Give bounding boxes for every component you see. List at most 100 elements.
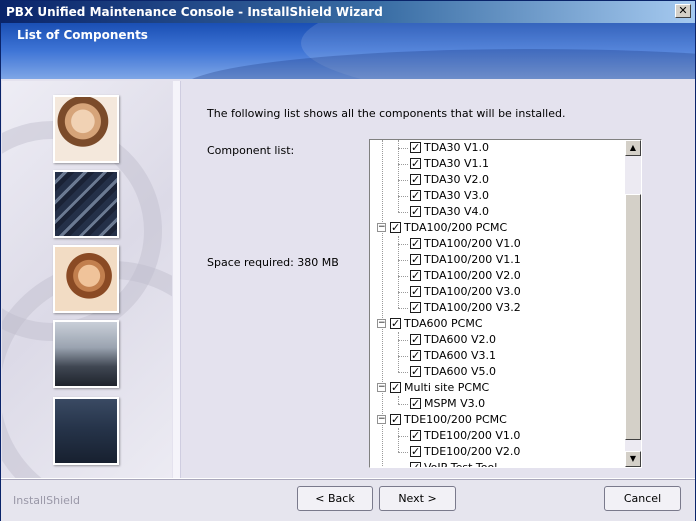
tree-item-label: TDA30 V1.1 [424,157,490,170]
arrow-down-icon: ▼ [629,454,637,463]
tree-item[interactable]: TDA100/200 V3.0 [410,284,521,300]
window-title: PBX Unified Maintenance Console - Instal… [6,5,383,19]
scroll-thumb[interactable] [625,194,641,440]
tree-scrollbar[interactable]: ▲ ▼ [625,140,641,467]
tree-item-label: TDA100/200 V1.1 [424,253,521,266]
collapse-icon[interactable]: − [377,383,386,392]
tree-group-item[interactable]: TDE100/200 PCMC [390,412,507,428]
scroll-up-button[interactable]: ▲ [625,140,641,156]
tree-item[interactable]: TDA100/200 V1.1 [410,252,521,268]
tree-item[interactable]: MSPM V3.0 [410,396,485,412]
component-tree[interactable]: TDA30 V1.0 TDA30 V1.1 TDA30 V2.0 TDA30 V3.0… [369,139,642,468]
wizard-header: List of Components [1,23,695,79]
checkbox-checked-icon[interactable] [390,412,401,428]
tree-item[interactable]: TDA30 V2.0 [410,172,489,188]
tree-item[interactable]: TDA100/200 V2.0 [410,268,521,284]
wizard-footer: InstallShield < Back Next > Cancel [1,478,695,521]
checkbox-checked-icon[interactable] [410,444,421,460]
tree-item-label: TDA600 V2.0 [424,333,497,346]
tree-connector [398,340,408,341]
component-list-label: Component list: [207,144,295,157]
collapse-icon[interactable]: − [377,415,386,424]
tree-group-item[interactable]: TDA100/200 PCMC [390,220,507,236]
tree-group-item[interactable]: Multi site PCMC [390,380,489,396]
tree-item[interactable]: TDA100/200 V1.0 [410,236,521,252]
checkbox-checked-icon[interactable] [410,460,421,467]
checkbox-checked-icon[interactable] [410,300,421,316]
checkbox-checked-icon[interactable] [390,220,401,236]
checkbox-checked-icon[interactable] [410,252,421,268]
checkbox-checked-icon[interactable] [410,140,421,156]
checkbox-checked-icon[interactable] [410,332,421,348]
tree-item-label: TDA100/200 V2.0 [424,269,521,282]
scroll-down-button[interactable]: ▼ [625,451,641,467]
collapse-icon[interactable]: − [377,223,386,232]
tree-item-label: TDA600 PCMC [404,317,483,330]
keypad-photo [53,170,119,238]
pbx-cabinet-photo [53,397,119,465]
tree-item-label: MSPM V3.0 [424,397,486,410]
checkbox-checked-icon[interactable] [410,428,421,444]
back-button[interactable]: < Back [297,486,373,511]
tree-item-label: TDA30 V1.0 [424,141,490,154]
tree-connector [398,356,408,357]
header-decoration-shadow [181,49,695,79]
checkbox-checked-icon[interactable] [410,268,421,284]
tree-item-label: TDA30 V2.0 [424,173,490,186]
tree-item[interactable]: TDE100/200 V2.0 [410,444,520,460]
installshield-brand: InstallShield [13,494,80,507]
page-title: List of Components [17,28,148,42]
tree-guide-line [398,236,399,308]
tree-guide-line [398,332,399,372]
close-button[interactable]: ✕ [675,4,691,18]
tree-item-label: TDA600 V3.1 [424,349,497,362]
checkbox-checked-icon[interactable] [410,396,421,412]
tree-connector [398,276,408,277]
collapse-icon[interactable]: − [377,319,386,328]
tree-connector [398,244,408,245]
checkbox-checked-icon[interactable] [410,364,421,380]
tree-item[interactable]: TDA30 V1.0 [410,140,489,156]
component-tree-viewport[interactable]: TDA30 V1.0 TDA30 V1.1 TDA30 V2.0 TDA30 V3.0… [370,140,625,467]
checkbox-checked-icon[interactable] [410,188,421,204]
tree-item-label: TDE100/200 V2.0 [424,445,521,458]
tree-item-label: TDE100/200 V1.0 [424,429,521,442]
tree-item[interactable]: TDA600 V3.1 [410,348,496,364]
tree-group-item[interactable]: TDA600 PCMC [390,316,483,332]
tree-connector [398,308,408,309]
checkbox-checked-icon[interactable] [410,172,421,188]
tree-item[interactable]: VoIP Test Tool [410,460,497,467]
checkbox-checked-icon[interactable] [410,348,421,364]
checkbox-checked-icon[interactable] [410,204,421,220]
tree-connector [398,148,408,149]
checkbox-checked-icon[interactable] [410,156,421,172]
tree-guide-line [398,140,399,212]
tree-connector [398,292,408,293]
tree-item[interactable]: TDE100/200 V1.0 [410,428,520,444]
tree-item-label: TDA600 V5.0 [424,365,497,378]
tree-connector [398,260,408,261]
tree-item[interactable]: TDA600 V5.0 [410,364,496,380]
close-icon: ✕ [678,4,688,17]
tree-item-label: Multi site PCMC [404,381,490,394]
tree-connector [398,372,408,373]
checkbox-checked-icon[interactable] [410,236,421,252]
arrow-up-icon: ▲ [629,143,637,152]
checkbox-checked-icon[interactable] [390,316,401,332]
tree-item[interactable]: TDA30 V3.0 [410,188,489,204]
tree-connector [398,196,408,197]
checkbox-checked-icon[interactable] [390,380,401,396]
tree-item[interactable]: TDA30 V1.1 [410,156,489,172]
cancel-button[interactable]: Cancel [604,486,681,511]
tree-item[interactable]: TDA600 V2.0 [410,332,496,348]
headset-operator-photo [53,95,119,163]
tree-item-label: TDA100/200 V1.0 [424,237,521,250]
next-button[interactable]: Next > [379,486,456,511]
tree-connector [398,436,408,437]
tree-connector [398,452,408,453]
tree-item-label: VoIP Test Tool [424,461,497,467]
tree-item-label: TDA30 V3.0 [424,189,490,202]
checkbox-checked-icon[interactable] [410,284,421,300]
tree-item[interactable]: TDA30 V4.0 [410,204,489,220]
tree-item[interactable]: TDA100/200 V3.2 [410,300,521,316]
